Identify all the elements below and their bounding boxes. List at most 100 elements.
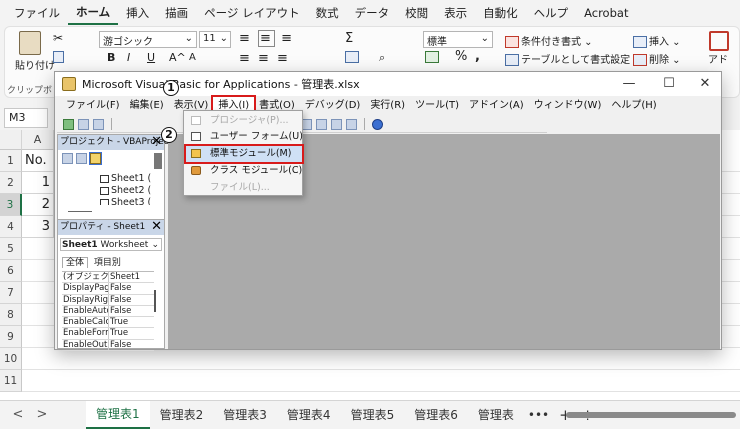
- insert-cells-icon[interactable]: [345, 51, 361, 63]
- tree-item-sheet3[interactable]: Sheet3 (: [100, 197, 151, 205]
- object-browser-icon[interactable]: [331, 118, 342, 130]
- cut-icon[interactable]: ✂: [53, 31, 63, 45]
- font-grow-button[interactable]: A^: [169, 51, 186, 64]
- properties-tab-all[interactable]: 全体: [62, 257, 89, 268]
- sheet-tab[interactable]: 管理表: [468, 402, 524, 428]
- view-object-icon[interactable]: [76, 153, 87, 164]
- sheet-tab[interactable]: 管理表3: [213, 402, 277, 428]
- close-button[interactable]: ✕: [685, 72, 725, 96]
- menu-item-procedure[interactable]: プロシージャ(P)...: [186, 113, 302, 129]
- tab-view[interactable]: 表示: [436, 0, 475, 26]
- sheet-tab[interactable]: 管理表5: [341, 402, 405, 428]
- cell-a3[interactable]: 2: [22, 194, 54, 216]
- view-code-icon[interactable]: [62, 153, 73, 164]
- cell-a1[interactable]: No.: [22, 150, 54, 172]
- number-format-select[interactable]: 標準 ⌄: [423, 31, 493, 48]
- menu-item-standard-module[interactable]: 標準モジュール(M): [184, 144, 304, 164]
- tab-insert[interactable]: 挿入: [118, 0, 157, 26]
- row-header[interactable]: 7: [0, 282, 22, 304]
- row-header-selected[interactable]: 3: [0, 194, 22, 216]
- toolbox-icon[interactable]: [346, 118, 357, 130]
- row-header[interactable]: 10: [0, 348, 22, 370]
- cell-a2[interactable]: 1: [22, 172, 54, 194]
- copy-icon[interactable]: [53, 51, 66, 63]
- sheet-tab[interactable]: 管理表6: [404, 402, 468, 428]
- paste-button[interactable]: 貼り付け: [15, 31, 55, 72]
- column-header-a[interactable]: A: [22, 130, 54, 150]
- conditional-format-button[interactable]: 条件付き書式 ⌄: [505, 33, 593, 48]
- row-header[interactable]: 6: [0, 260, 22, 282]
- menu-edit[interactable]: 編集(E): [125, 97, 169, 115]
- select-all-corner[interactable]: [0, 130, 22, 150]
- name-box[interactable]: M3: [4, 108, 48, 128]
- minimize-button[interactable]: —: [609, 72, 649, 96]
- more-sheets-button[interactable]: •••: [524, 402, 553, 428]
- save-icon[interactable]: [93, 118, 104, 130]
- help-icon[interactable]: [372, 118, 383, 130]
- sheet-nav-next[interactable]: >: [30, 407, 54, 422]
- cell-a4[interactable]: 3: [22, 216, 54, 238]
- tree-item-sheet2[interactable]: Sheet2 (: [100, 185, 151, 196]
- project-pane-scrollbar[interactable]: [154, 153, 162, 169]
- tree-item-sheet1[interactable]: Sheet1 (: [100, 173, 151, 184]
- tab-data[interactable]: データ: [347, 0, 398, 26]
- close-icon[interactable]: ✕: [151, 220, 162, 234]
- property-row[interactable]: EnableAutoFilterFalse: [62, 305, 154, 318]
- menu-item-file[interactable]: ファイル(L)...: [186, 180, 302, 196]
- delete-button[interactable]: 削除 ⌄: [633, 51, 681, 66]
- maximize-button[interactable]: ☐: [649, 72, 689, 96]
- properties-scrollbar[interactable]: [154, 290, 156, 312]
- properties-icon[interactable]: [316, 118, 327, 130]
- tab-home[interactable]: ホーム: [68, 1, 119, 25]
- tab-automate[interactable]: 自動化: [475, 0, 526, 26]
- tab-review[interactable]: 校閲: [397, 0, 436, 26]
- row-header[interactable]: 8: [0, 304, 22, 326]
- toggle-folders-icon[interactable]: [89, 152, 102, 165]
- row-header[interactable]: 9: [0, 326, 22, 348]
- row-header[interactable]: 1: [0, 150, 22, 172]
- tab-acrobat[interactable]: Acrobat: [576, 0, 636, 26]
- tab-draw[interactable]: 描画: [157, 0, 196, 26]
- tab-help[interactable]: ヘルプ: [526, 0, 577, 26]
- tab-formulas[interactable]: 数式: [308, 0, 347, 26]
- format-as-table-button[interactable]: テーブルとして書式設定 ⌄: [505, 51, 642, 66]
- menu-item-class-module[interactable]: クラス モジュール(C): [186, 163, 302, 179]
- view-excel-icon[interactable]: [63, 118, 74, 130]
- menu-tools[interactable]: ツール(T): [410, 97, 464, 115]
- menu-item-userform[interactable]: ユーザー フォーム(U): [186, 129, 303, 145]
- menu-addins[interactable]: アドイン(A): [464, 97, 529, 115]
- insert-button[interactable]: 挿入 ⌄: [633, 33, 681, 48]
- find-icon[interactable]: ⌕: [379, 51, 385, 65]
- row-header[interactable]: 4: [0, 216, 22, 238]
- sheet-nav-prev[interactable]: <: [6, 407, 30, 422]
- property-row[interactable]: DisplayPageBreaksFalse: [62, 283, 154, 295]
- italic-button[interactable]: I: [127, 51, 130, 64]
- bold-button[interactable]: B: [107, 51, 115, 64]
- comma-style-icon[interactable]: ,: [475, 49, 480, 64]
- align-buttons-row2[interactable]: ≡ ≡ ≡: [239, 51, 290, 66]
- property-row[interactable]: EnableCalculationTrue: [62, 317, 154, 329]
- font-shrink-button[interactable]: A: [189, 52, 196, 63]
- font-size-select[interactable]: 11 ⌄: [199, 31, 231, 48]
- horizontal-scrollbar[interactable]: [566, 412, 736, 418]
- menu-window[interactable]: ウィンドウ(W): [529, 97, 607, 115]
- menu-debug[interactable]: デバッグ(D): [300, 97, 366, 115]
- menu-run[interactable]: 実行(R): [365, 97, 410, 115]
- property-row[interactable]: EnableFormatConditionsCalculationTrue: [62, 328, 154, 340]
- row-header[interactable]: 5: [0, 238, 22, 260]
- properties-object-select[interactable]: Sheet1 Worksheet ⌄: [60, 238, 162, 251]
- font-name-select[interactable]: 游ゴシック ⌄: [99, 31, 197, 48]
- property-row[interactable]: DisplayRightToLeftFalse: [62, 294, 154, 306]
- row-header[interactable]: 2: [0, 172, 22, 194]
- menu-help[interactable]: ヘルプ(H): [606, 97, 661, 115]
- menu-file[interactable]: ファイル(F): [61, 97, 125, 115]
- properties-tab-category[interactable]: 項目別: [91, 258, 124, 268]
- tab-page-layout[interactable]: ページ レイアウト: [196, 0, 307, 26]
- currency-icon[interactable]: [425, 51, 441, 63]
- row-header[interactable]: 11: [0, 370, 22, 392]
- property-row[interactable]: (オブジェクト名)Sheet1: [62, 272, 154, 284]
- tab-file[interactable]: ファイル: [6, 0, 68, 26]
- percent-button[interactable]: %: [455, 49, 467, 64]
- insert-object-icon[interactable]: [78, 118, 89, 130]
- sheet-tab[interactable]: 管理表2: [150, 402, 214, 428]
